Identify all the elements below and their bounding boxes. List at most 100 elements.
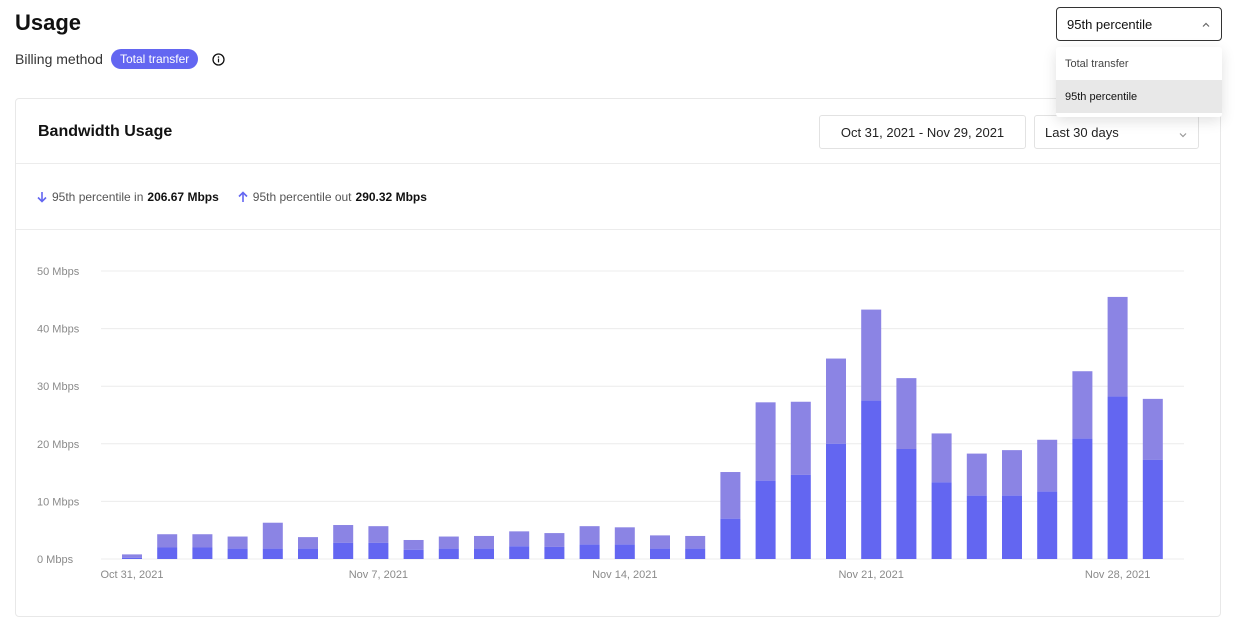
bar-out-segment[interactable] bbox=[931, 433, 952, 483]
bar-out-segment[interactable] bbox=[1037, 439, 1058, 492]
bar-out-segment[interactable] bbox=[1107, 296, 1128, 397]
bar-in-segment[interactable] bbox=[227, 548, 248, 559]
bar-out-segment[interactable] bbox=[438, 536, 459, 549]
bar-in-segment[interactable] bbox=[368, 542, 389, 559]
bar-in-segment[interactable] bbox=[474, 548, 494, 559]
bar-in-segment[interactable] bbox=[1037, 491, 1058, 559]
chevron-up-icon bbox=[1201, 18, 1211, 28]
card-title: Bandwidth Usage bbox=[38, 123, 173, 140]
y-tick-label: 20 Mbps bbox=[37, 439, 80, 451]
stat-in-label: 95th percentile in bbox=[52, 189, 144, 204]
bar-out-segment[interactable] bbox=[157, 534, 178, 548]
bar-in-segment[interactable] bbox=[1107, 396, 1128, 559]
bandwidth-usage-card: Bandwidth Usage Oct 31, 2021 - Nov 29, 2… bbox=[15, 98, 1221, 617]
bar-out-segment[interactable] bbox=[579, 526, 600, 545]
bar-in-segment[interactable] bbox=[861, 400, 882, 559]
bar-in-segment[interactable] bbox=[755, 480, 776, 559]
bar-in-segment[interactable] bbox=[192, 547, 213, 559]
bar-out-segment[interactable] bbox=[544, 533, 565, 547]
arrow-down-icon bbox=[36, 191, 48, 203]
date-range-value: Oct 31, 2021 - Nov 29, 2021 bbox=[840, 124, 1005, 140]
dropdown-option-95th-percentile[interactable]: 95th percentile bbox=[1056, 80, 1222, 113]
x-tick-label: Nov 7, 2021 bbox=[349, 569, 408, 581]
bar-in-segment[interactable] bbox=[790, 474, 811, 559]
bar-out-segment[interactable] bbox=[650, 535, 670, 549]
y-tick-label: 10 Mbps bbox=[37, 496, 80, 508]
info-circle-icon[interactable] bbox=[212, 52, 225, 66]
bar-out-segment[interactable] bbox=[614, 527, 635, 545]
bar-out-segment[interactable] bbox=[192, 534, 213, 548]
bar-in-segment[interactable] bbox=[298, 548, 318, 559]
bar-out-segment[interactable] bbox=[1002, 450, 1022, 496]
stat-out: 95th percentile out 290.32 Mbps bbox=[237, 190, 427, 204]
bandwidth-chart: 0 Mbps 10 Mbps 20 Mbps 30 Mbps 40 Mbps 50 Mbp… bbox=[16, 231, 1220, 616]
period-select-value: Last 30 days bbox=[1045, 124, 1119, 140]
y-tick-label: 0 Mbps bbox=[37, 554, 74, 566]
stat-out-value: 290.32 Mbps bbox=[355, 189, 427, 204]
bar-in-segment[interactable] bbox=[1002, 495, 1022, 559]
bar-out-segment[interactable] bbox=[966, 453, 987, 496]
card-header: Bandwidth Usage Oct 31, 2021 - Nov 29, 2… bbox=[16, 99, 1220, 164]
stats-row: 95th percentile in 206.67 Mbps 95th perc… bbox=[16, 164, 1220, 230]
arrow-up-icon bbox=[237, 190, 249, 203]
date-range-picker[interactable]: Oct 31, 2021 - Nov 29, 2021 bbox=[819, 115, 1026, 149]
bar-in-segment[interactable] bbox=[579, 544, 600, 559]
bar-out-segment[interactable] bbox=[1072, 371, 1093, 439]
bar-in-segment[interactable] bbox=[1142, 459, 1163, 559]
billing-method-select[interactable]: 95th percentile bbox=[1056, 7, 1222, 41]
bar-out-segment[interactable] bbox=[333, 525, 354, 543]
dropdown-option-total-transfer[interactable]: Total transfer bbox=[1056, 47, 1222, 80]
bar-out-segment[interactable] bbox=[826, 358, 846, 444]
x-tick-label: Nov 14, 2021 bbox=[592, 569, 657, 581]
period-select[interactable]: Last 30 days bbox=[1034, 115, 1199, 149]
bar-in-segment[interactable] bbox=[438, 548, 459, 559]
bar-in-segment[interactable] bbox=[826, 443, 846, 559]
bar-out-segment[interactable] bbox=[474, 535, 494, 549]
bar-out-segment[interactable] bbox=[262, 522, 283, 549]
bar-out-segment[interactable] bbox=[122, 554, 142, 558]
bar-out-segment[interactable] bbox=[720, 472, 741, 519]
bar-in-segment[interactable] bbox=[896, 448, 917, 559]
bar-out-segment[interactable] bbox=[790, 401, 811, 475]
bar-in-segment[interactable] bbox=[720, 518, 741, 559]
bar-in-segment[interactable] bbox=[122, 557, 142, 559]
bar-out-segment[interactable] bbox=[298, 537, 318, 549]
stat-out-label: 95th percentile out bbox=[252, 189, 352, 204]
chevron-down-icon bbox=[1178, 128, 1188, 138]
billing-method-label: Billing method bbox=[15, 51, 103, 67]
bar-in-segment[interactable] bbox=[157, 547, 178, 559]
bar-in-segment[interactable] bbox=[403, 549, 424, 559]
bar-out-segment[interactable] bbox=[861, 309, 882, 401]
billing-method-select-value: 95th percentile bbox=[1067, 16, 1153, 32]
bar-in-segment[interactable] bbox=[333, 542, 354, 559]
y-tick-label: 40 Mbps bbox=[37, 324, 80, 336]
bar-in-segment[interactable] bbox=[650, 548, 670, 559]
bar-out-segment[interactable] bbox=[896, 378, 917, 449]
billing-method-badge: Total transfer bbox=[110, 49, 199, 69]
bar-out-segment[interactable] bbox=[403, 539, 424, 550]
bandwidth-chart-svg: 0 Mbps 10 Mbps 20 Mbps 30 Mbps 40 Mbps 50 Mbp… bbox=[37, 266, 1184, 581]
bar-in-segment[interactable] bbox=[509, 546, 530, 559]
y-tick-label: 30 Mbps bbox=[37, 381, 80, 393]
bar-in-segment[interactable] bbox=[544, 546, 565, 559]
bar-out-segment[interactable] bbox=[1142, 398, 1163, 460]
x-tick-label: Oct 31, 2021 bbox=[101, 569, 164, 581]
y-tick-label: 50 Mbps bbox=[37, 266, 80, 278]
bar-in-segment[interactable] bbox=[1072, 438, 1093, 559]
x-tick-label: Nov 21, 2021 bbox=[838, 569, 903, 581]
bar-out-segment[interactable] bbox=[509, 531, 530, 547]
stat-in-value: 206.67 Mbps bbox=[147, 189, 219, 204]
bar-in-segment[interactable] bbox=[931, 482, 952, 559]
bar-out-segment[interactable] bbox=[755, 402, 776, 481]
bar-out-segment[interactable] bbox=[685, 535, 706, 549]
bar-in-segment[interactable] bbox=[966, 495, 987, 559]
stat-in: 95th percentile in 206.67 Mbps bbox=[36, 190, 219, 204]
x-tick-label: Nov 28, 2021 bbox=[1085, 569, 1150, 581]
bar-in-segment[interactable] bbox=[614, 544, 635, 559]
page-title: Usage bbox=[15, 10, 82, 35]
bar-in-segment[interactable] bbox=[262, 548, 283, 559]
bar-out-segment[interactable] bbox=[227, 536, 248, 549]
billing-method-dropdown: Total transfer 95th percentile bbox=[1056, 47, 1222, 117]
bar-in-segment[interactable] bbox=[685, 548, 706, 559]
bar-out-segment[interactable] bbox=[368, 526, 389, 543]
